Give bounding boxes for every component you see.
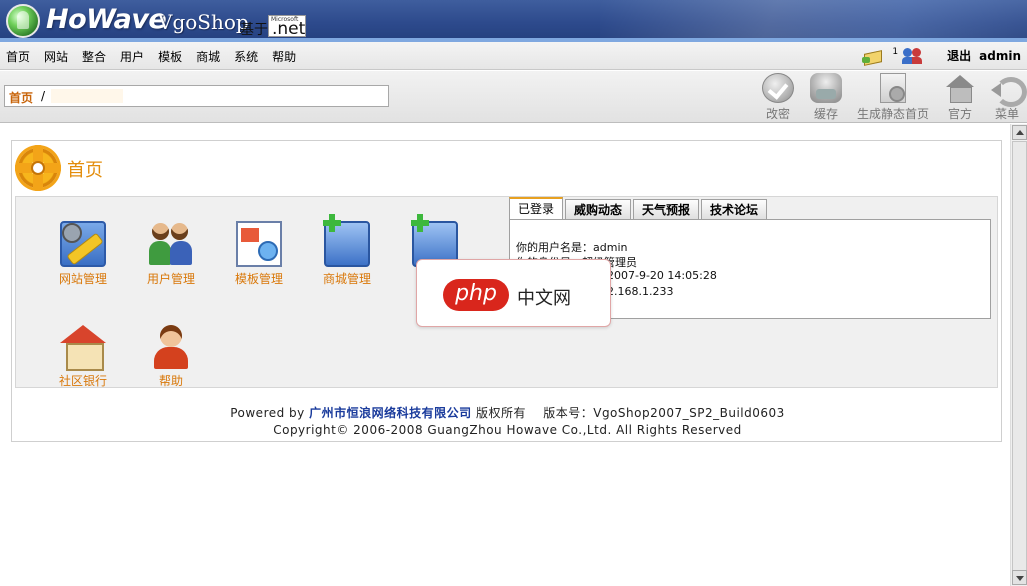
menu-item-integrate[interactable]: 整合 (82, 48, 106, 65)
header-banner: HoWave VgoShop 基于 Microsoft .net (0, 0, 1027, 42)
login-username: 你的用户名是：admin (516, 241, 628, 254)
banner-decoration (600, 0, 1027, 42)
message-icon[interactable] (862, 49, 882, 63)
menu-item-help[interactable]: 帮助 (272, 48, 296, 65)
breadcrumb-separator: / (41, 89, 46, 103)
php-logo-text: php (455, 281, 497, 306)
login-ip: 2.168.1.233 (607, 285, 674, 298)
product-logo-text: VgoShop (158, 10, 249, 34)
module-label: 模板管理 (234, 272, 283, 286)
breadcrumb-home[interactable]: 首页 (9, 89, 33, 106)
menu-label: 菜单 (994, 107, 1019, 121)
module-label: 帮助 (158, 374, 183, 388)
php-watermark: php 中文网 (416, 259, 611, 327)
based-on-text: 基于 (240, 22, 268, 38)
php-logo: php (443, 279, 509, 311)
generate-static-home-button[interactable]: 生成静态首页 (857, 73, 929, 122)
cache-button[interactable]: 缓存 (810, 73, 842, 122)
vertical-scrollbar[interactable] (1010, 124, 1027, 586)
footer-version: 版本号：VgoShop2007_SP2_Build0603 (543, 406, 785, 420)
house-icon (60, 323, 106, 371)
page-title: 首页 (67, 160, 103, 181)
module-help[interactable]: 帮助 (137, 323, 205, 389)
scroll-down-button[interactable] (1012, 570, 1027, 585)
menu-item-site[interactable]: 网站 (44, 48, 68, 65)
change-password-button[interactable]: 改密 (762, 73, 794, 122)
logo-globe-icon (6, 4, 40, 38)
scroll-up-button[interactable] (1012, 125, 1027, 140)
menu-items: 首页 网站 整合 用户 模板 商城 系统 帮助 (6, 48, 296, 65)
dotnet-logo-text: .net (272, 19, 306, 39)
dotnet-logo: Microsoft .net (268, 15, 306, 39)
menu-item-mall[interactable]: 商城 (196, 48, 220, 65)
toolbar: 首页 / 改密 缓存 生成静态首页 官方 菜单 (0, 71, 1027, 123)
menu-right: 1 退出 admin (862, 47, 1021, 64)
generate-static-home-label: 生成静态首页 (857, 107, 930, 121)
module-template-management[interactable]: 模板管理 (225, 221, 293, 287)
breadcrumb-current (51, 89, 123, 103)
template-icon (236, 221, 282, 267)
module-label: 社区银行 (58, 374, 107, 388)
footer-rights: 版权所有 (475, 406, 526, 420)
logout-link[interactable]: 退出 (947, 47, 971, 64)
menu-item-home[interactable]: 首页 (6, 48, 30, 65)
footer-powered-by: Powered by (230, 406, 305, 420)
footer-copyright: Copyright© 2006-2008 GuangZhou Howave Co… (273, 423, 742, 437)
check-icon (762, 73, 794, 103)
module-mall-management[interactable]: 商城管理 (313, 214, 381, 287)
brand-logo-text: HoWave (46, 4, 167, 35)
tab-logged-in[interactable]: 已登录 (509, 197, 564, 220)
module-user-management[interactable]: 用户管理 (137, 221, 205, 287)
info-tabs: 已登录 威购动态 天气预报 技术论坛 (509, 197, 768, 221)
module-site-management[interactable]: 网站管理 (49, 221, 117, 287)
breadcrumb: 首页 / (4, 85, 389, 107)
menu-bar: 首页 网站 整合 用户 模板 商城 系统 帮助 1 退出 admin (0, 42, 1027, 70)
menu-item-users[interactable]: 用户 (120, 48, 144, 65)
mall-window-icon (323, 214, 370, 267)
home-icon (944, 73, 976, 103)
tab-weather[interactable]: 天气预报 (633, 199, 700, 220)
cache-label: 缓存 (813, 107, 838, 121)
gear-icon (15, 145, 62, 191)
menu-item-system[interactable]: 系统 (234, 48, 258, 65)
support-agent-icon (148, 323, 194, 369)
module-label: 商城管理 (322, 272, 371, 286)
current-username: admin (979, 48, 1021, 63)
message-count: 1 (892, 46, 899, 57)
module-community-bank[interactable]: 社区银行 (49, 323, 117, 389)
online-users-icon[interactable] (901, 47, 923, 64)
menu-item-templates[interactable]: 模板 (158, 48, 182, 65)
cache-icon (810, 73, 842, 103)
footer-powered: Powered by 广州市恒浪网络科技有限公司 版权所有 版本号：VgoSho… (12, 404, 1003, 421)
watermark-text: 中文网 (517, 288, 571, 309)
tab-tech-forum[interactable]: 技术论坛 (701, 199, 768, 220)
users-icon (148, 221, 194, 267)
footer-company-link[interactable]: 广州市恒浪网络科技有限公司 (309, 406, 472, 420)
static-page-icon (880, 73, 906, 103)
scroll-thumb[interactable] (1012, 141, 1027, 571)
official-site-label: 官方 (947, 107, 972, 121)
module-label: 网站管理 (58, 272, 107, 286)
login-time: 2007-9-20 14:05:28 (607, 269, 717, 282)
tab-vgo-news[interactable]: 威购动态 (565, 199, 632, 220)
back-arrow-icon (991, 73, 1027, 107)
change-password-label: 改密 (765, 107, 790, 121)
menu-button[interactable]: 菜单 (991, 73, 1027, 122)
module-label: 用户管理 (146, 272, 195, 286)
official-site-button[interactable]: 官方 (944, 73, 976, 122)
site-tools-icon (60, 221, 106, 267)
